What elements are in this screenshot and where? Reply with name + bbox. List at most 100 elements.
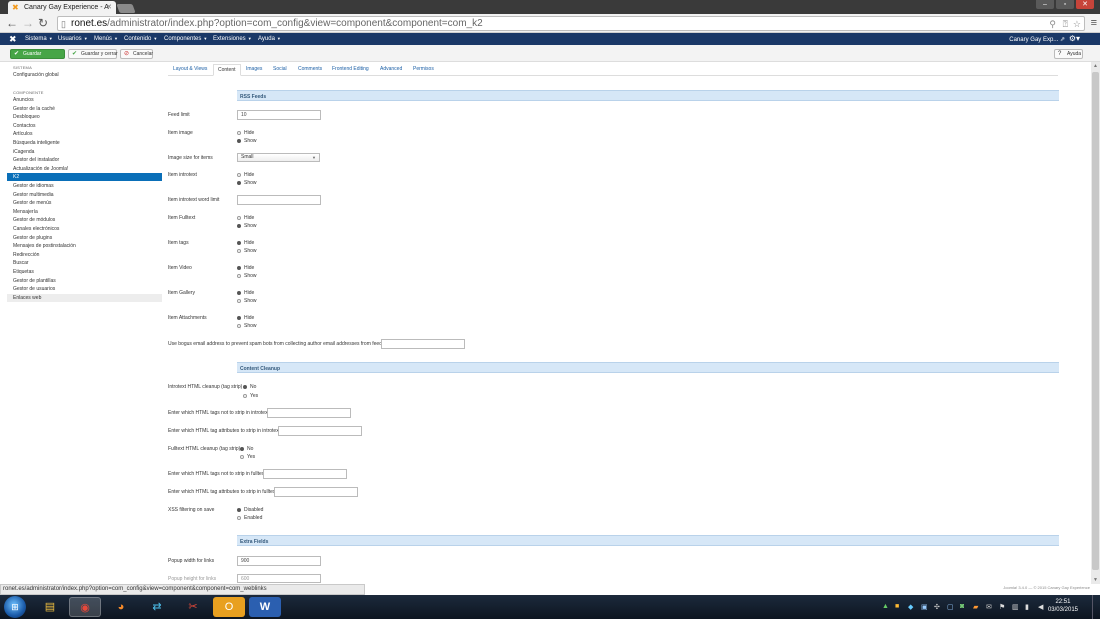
item-video-show-radio[interactable]: Show bbox=[237, 273, 257, 279]
nav-item-menus[interactable]: Menús ▼ bbox=[94, 36, 118, 42]
site-name-link[interactable]: Canary Gay Exp... ⇗ bbox=[1009, 36, 1065, 43]
nav-item-sistema[interactable]: Sistema ▼ bbox=[25, 36, 53, 42]
tab-content[interactable]: Content bbox=[213, 64, 241, 76]
tab-frontend-editing[interactable]: Frontend Editing bbox=[332, 66, 369, 72]
fulltext-attrs-input[interactable] bbox=[274, 487, 358, 497]
bogus-email-input[interactable] bbox=[381, 339, 465, 349]
close-tab-icon[interactable]: ✕ bbox=[106, 3, 112, 11]
tray-screen-icon[interactable]: ▣ bbox=[921, 603, 928, 611]
firefox-taskbar-icon[interactable]: ◕ bbox=[105, 597, 137, 617]
forward-icon[interactable]: → bbox=[22, 17, 34, 29]
maximize-window-button[interactable]: ▫ bbox=[1056, 0, 1074, 9]
tray-mail-icon[interactable]: ✉ bbox=[986, 603, 992, 611]
item-image-show-radio[interactable]: Show bbox=[237, 138, 257, 144]
chrome-taskbar-icon[interactable]: ◉ bbox=[69, 597, 101, 617]
popup-height-input[interactable]: 600 bbox=[237, 574, 321, 583]
scroll-up-icon[interactable]: ▲ bbox=[1093, 63, 1098, 69]
sidebar-item-actualización-de-joomla[interactable]: Actualización de Joomla! bbox=[7, 165, 162, 173]
sidebar-item-mensajes-de-postinstalación[interactable]: Mensajes de postinstalación bbox=[7, 242, 162, 250]
sidebar-item-gestor-de-idiomas[interactable]: Gestor de idiomas bbox=[7, 182, 162, 190]
sidebar-item-etiquetas[interactable]: Etiquetas bbox=[7, 268, 162, 276]
tray-nvidia-icon[interactable]: ◙ bbox=[960, 603, 964, 610]
browser-tab[interactable]: ✖ Canary Gay Experience - A ✕ bbox=[8, 1, 116, 14]
item-introtext-show-radio[interactable]: Show bbox=[237, 180, 257, 186]
image-size-select[interactable]: Small ▼ bbox=[237, 153, 320, 162]
address-bar[interactable]: ▯ ronet.es/administrator/index.php?optio… bbox=[57, 16, 1085, 31]
show-desktop-button[interactable] bbox=[1092, 595, 1100, 619]
tab-permisos[interactable]: Permisos bbox=[413, 66, 434, 72]
fulltext-tags-input[interactable] bbox=[263, 469, 347, 479]
item-tags-hide-radio[interactable]: Hide bbox=[237, 240, 254, 246]
save-button[interactable]: ✔ Guardar bbox=[10, 49, 65, 59]
introtext-cleanup-yes-radio[interactable]: Yes bbox=[243, 393, 258, 399]
sidebar-item-anuncios[interactable]: Anuncios bbox=[7, 96, 162, 104]
sidebar-item-buscar[interactable]: Buscar bbox=[7, 259, 162, 267]
sidebar-item-gestor-de-plantillas[interactable]: Gestor de plantillas bbox=[7, 277, 162, 285]
reload-icon[interactable]: ↻ bbox=[38, 17, 48, 29]
scroll-down-icon[interactable]: ▼ bbox=[1093, 577, 1098, 583]
sidebar-item-gestor-de-menús[interactable]: Gestor de menús bbox=[7, 199, 162, 207]
sidebar-item-gestor-de-usuarios[interactable]: Gestor de usuarios bbox=[7, 285, 162, 293]
item-gallery-hide-radio[interactable]: Hide bbox=[237, 290, 254, 296]
tab-layout-views[interactable]: Layout & Views bbox=[173, 66, 207, 72]
close-window-button[interactable]: ✕ bbox=[1076, 0, 1094, 9]
sidebar-item-redirección[interactable]: Redirección bbox=[7, 251, 162, 259]
word-taskbar-icon[interactable]: W bbox=[249, 597, 281, 617]
tab-comments[interactable]: Comments bbox=[298, 66, 322, 72]
nav-item-ayuda[interactable]: Ayuda ▼ bbox=[258, 36, 281, 42]
sidebar-item-desbloqueo[interactable]: Desbloqueo bbox=[7, 113, 162, 121]
tab-advanced[interactable]: Advanced bbox=[380, 66, 402, 72]
translate-icon[interactable]: ⍰ bbox=[1063, 18, 1068, 31]
item-attachments-hide-radio[interactable]: Hide bbox=[237, 315, 254, 321]
explorer-taskbar-icon[interactable]: ▤ bbox=[34, 597, 66, 617]
page-scrollbar[interactable]: ▲ ▼ bbox=[1091, 62, 1100, 584]
help-button[interactable]: ? Ayuda bbox=[1054, 49, 1083, 59]
item-tags-show-radio[interactable]: Show bbox=[237, 248, 257, 254]
start-button-icon[interactable]: ⊞ bbox=[4, 596, 26, 618]
nav-item-componentes[interactable]: Componentes ▼ bbox=[164, 36, 207, 42]
nav-item-usuarios[interactable]: Usuarios ▼ bbox=[58, 36, 88, 42]
tray-folder-icon[interactable]: ▰ bbox=[973, 603, 978, 611]
fulltext-cleanup-no-radio[interactable]: No bbox=[240, 446, 253, 452]
item-gallery-show-radio[interactable]: Show bbox=[237, 298, 257, 304]
introtext-tags-input[interactable] bbox=[267, 408, 351, 418]
item-attachments-show-radio[interactable]: Show bbox=[237, 323, 257, 329]
sidebar-item-gestor-del-instalador[interactable]: Gestor del instalador bbox=[7, 156, 162, 164]
nav-item-contenido[interactable]: Contenido ▼ bbox=[124, 36, 157, 42]
tray-settings-icon[interactable]: ✣ bbox=[934, 603, 940, 611]
sidebar-item-gestor-de-plugins[interactable]: Gestor de plugins bbox=[7, 234, 162, 242]
bookmark-star-icon[interactable]: ☆ bbox=[1073, 18, 1081, 31]
fulltext-cleanup-yes-radio[interactable]: Yes bbox=[240, 454, 255, 460]
tray-monitor-icon[interactable]: ▥ bbox=[1012, 603, 1019, 611]
system-clock[interactable]: 22:51 03/03/2015 bbox=[1048, 598, 1078, 614]
item-fulltext-hide-radio[interactable]: Hide bbox=[237, 215, 254, 221]
sidebar-item-k2[interactable]: K2 bbox=[7, 173, 162, 182]
save-and-close-button[interactable]: ✔ Guardar y cerrar bbox=[68, 49, 118, 59]
sidebar-item-icagenda[interactable]: iCagenda bbox=[7, 148, 162, 156]
sidebar-item-gestor-de-módulos[interactable]: Gestor de módulos bbox=[7, 216, 162, 224]
xss-enabled-radio[interactable]: Enabled bbox=[237, 515, 262, 521]
tray-flag-icon[interactable]: ⚑ bbox=[999, 603, 1005, 611]
sidebar-item-búsqueda-inteligente[interactable]: Búsqueda inteligente bbox=[7, 139, 162, 147]
user-gear-icon[interactable]: ⚙▾ bbox=[1069, 34, 1080, 43]
item-fulltext-show-radio[interactable]: Show bbox=[237, 223, 257, 229]
tab-social[interactable]: Social bbox=[273, 66, 287, 72]
joomla-logo-icon[interactable]: ✖ bbox=[9, 34, 17, 44]
sidebar-item-gestor-de-la-caché[interactable]: Gestor de la caché bbox=[7, 105, 162, 113]
sidebar-item-gestor-multimedia[interactable]: Gestor multimedia bbox=[7, 191, 162, 199]
nav-item-extensiones[interactable]: Extensiones ▼ bbox=[213, 36, 252, 42]
popup-width-input[interactable]: 900 bbox=[237, 556, 321, 566]
filezilla-taskbar-icon[interactable]: ⇄ bbox=[141, 597, 173, 617]
tool-taskbar-icon[interactable]: ✂ bbox=[177, 597, 209, 617]
tray-network-app-icon[interactable]: ▲ bbox=[882, 603, 889, 610]
item-video-hide-radio[interactable]: Hide bbox=[237, 265, 254, 271]
tray-sync-icon[interactable]: ◆ bbox=[908, 603, 913, 611]
back-icon[interactable]: ← bbox=[6, 17, 18, 29]
browser-menu-icon[interactable]: ≡ bbox=[1091, 17, 1097, 29]
tray-network-icon[interactable]: ▮ bbox=[1025, 603, 1029, 611]
feed-limit-input[interactable]: 10 bbox=[237, 110, 321, 120]
xss-disabled-radio[interactable]: Disabled bbox=[237, 507, 263, 513]
sidebar-item-canales-electrónicos[interactable]: Canales electrónicos bbox=[7, 225, 162, 233]
item-image-hide-radio[interactable]: Hide bbox=[237, 130, 254, 136]
outlook-taskbar-icon[interactable]: O bbox=[213, 597, 245, 617]
